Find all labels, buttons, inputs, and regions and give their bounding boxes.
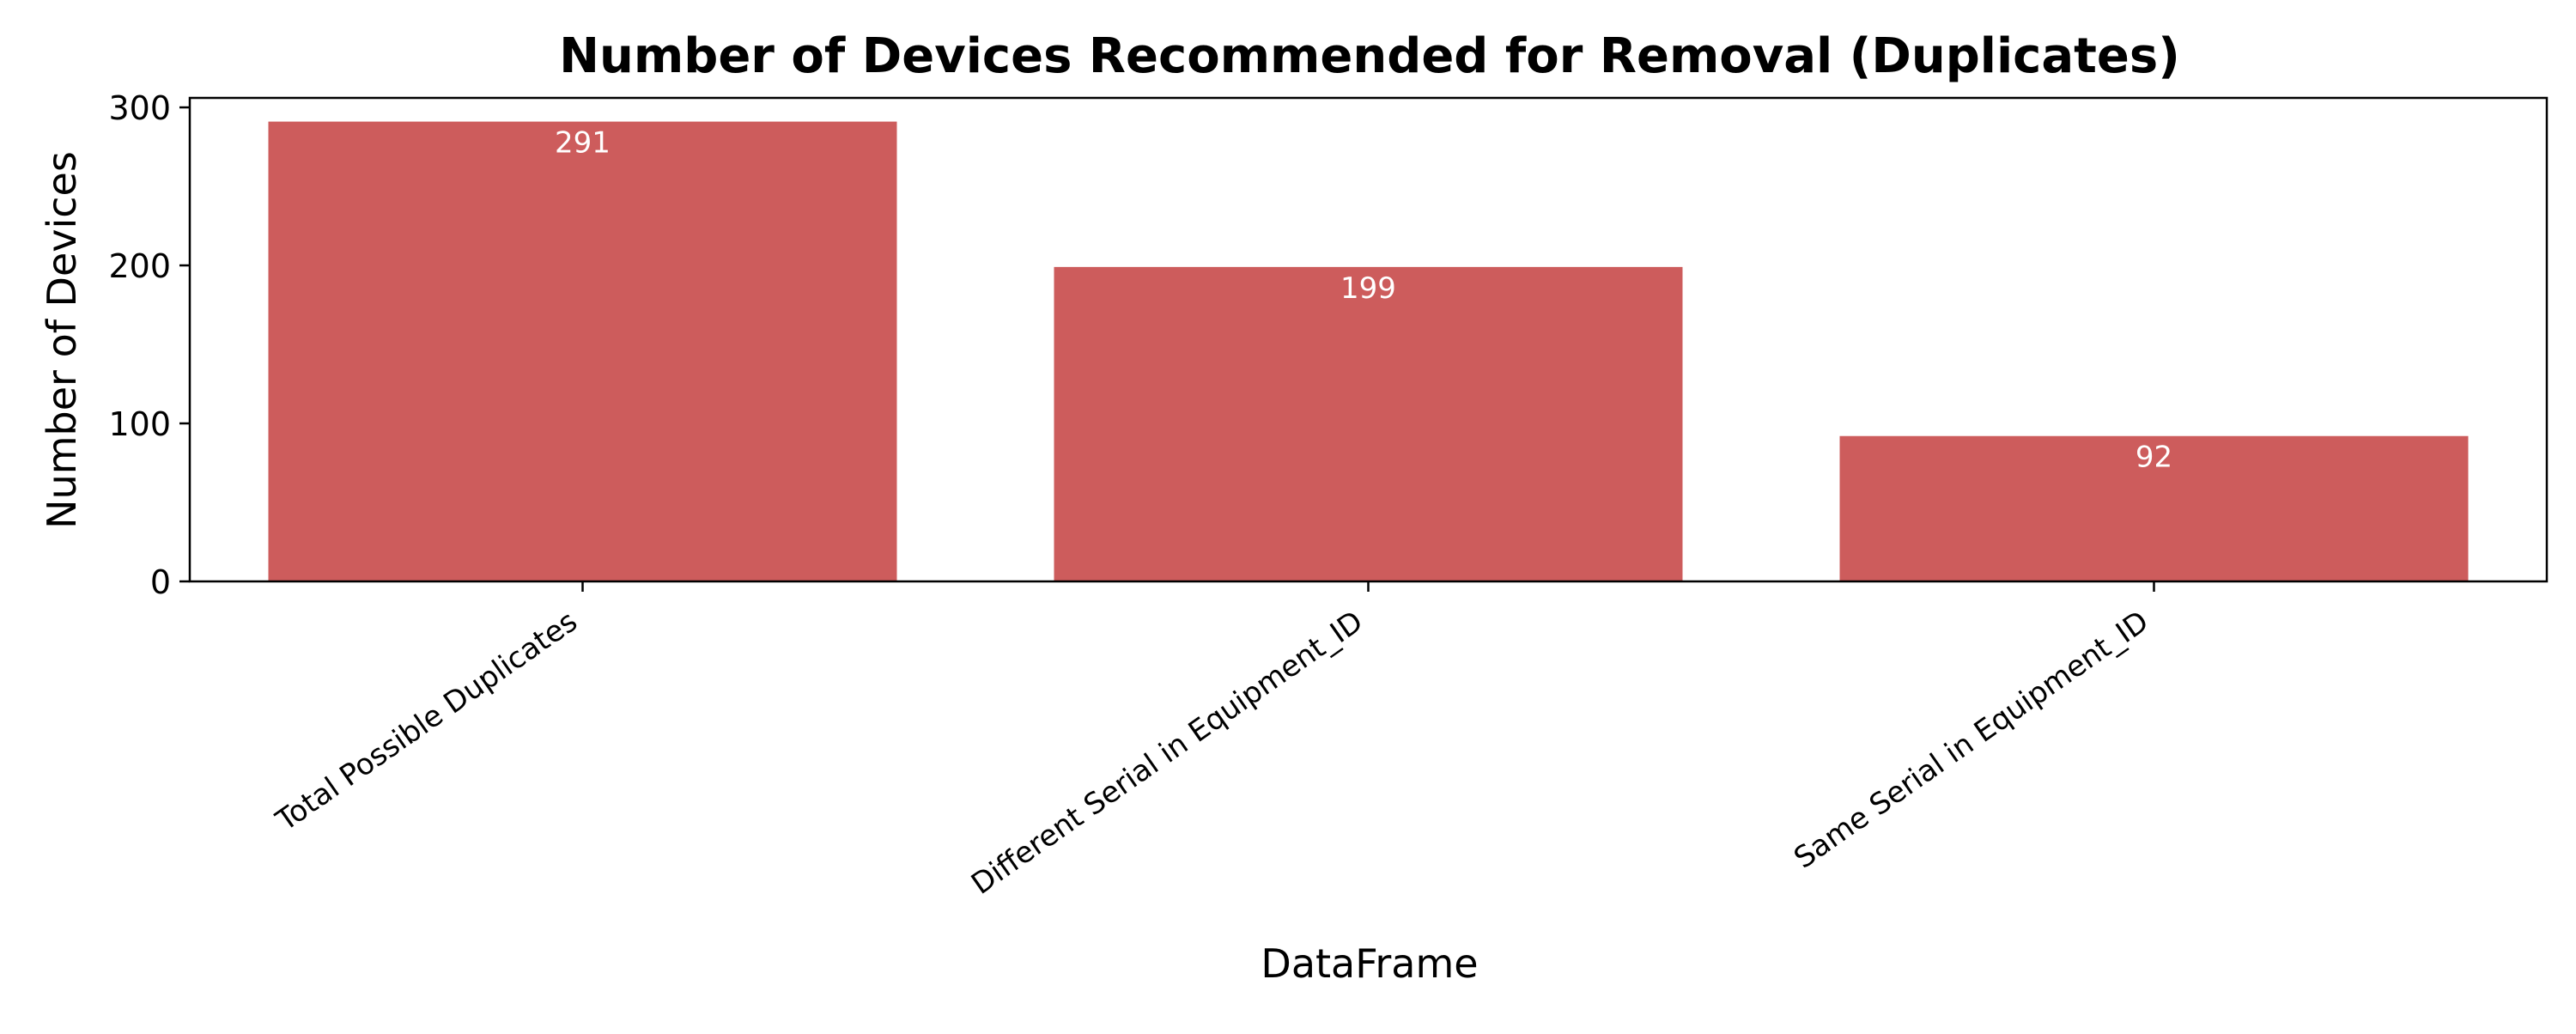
y-tick-label: 100 bbox=[108, 405, 171, 443]
bars bbox=[268, 121, 2469, 582]
y-axis-label: Number of Devices bbox=[39, 151, 85, 529]
x-axis-ticks: Total Possible Duplicates Different Seria… bbox=[270, 581, 2155, 902]
bar bbox=[268, 121, 897, 582]
x-tick-label: Same Serial in Equipment_ID bbox=[1788, 605, 2154, 876]
chart-title: Number of Devices Recommended for Remova… bbox=[559, 28, 2180, 84]
bar-value-label: 92 bbox=[2136, 441, 2172, 475]
bar-value-label: 291 bbox=[555, 126, 611, 161]
x-tick-label: Total Possible Duplicates bbox=[270, 605, 584, 839]
bar-chart: Number of Devices Recommended for Remova… bbox=[39, 28, 2549, 987]
x-tick-label: Different Serial in Equipment_ID bbox=[965, 605, 1370, 902]
y-axis-ticks: 0 100 200 300 bbox=[108, 89, 190, 601]
chart-figure: Number of Devices Recommended for Remova… bbox=[0, 0, 2576, 1031]
bar-value-label: 199 bbox=[1340, 271, 1396, 306]
x-axis-label: DataFrame bbox=[1261, 940, 1478, 987]
y-tick-label: 300 bbox=[108, 89, 171, 127]
bar bbox=[1054, 266, 1683, 581]
y-tick-label: 0 bbox=[150, 563, 171, 601]
y-tick-label: 200 bbox=[108, 247, 171, 285]
